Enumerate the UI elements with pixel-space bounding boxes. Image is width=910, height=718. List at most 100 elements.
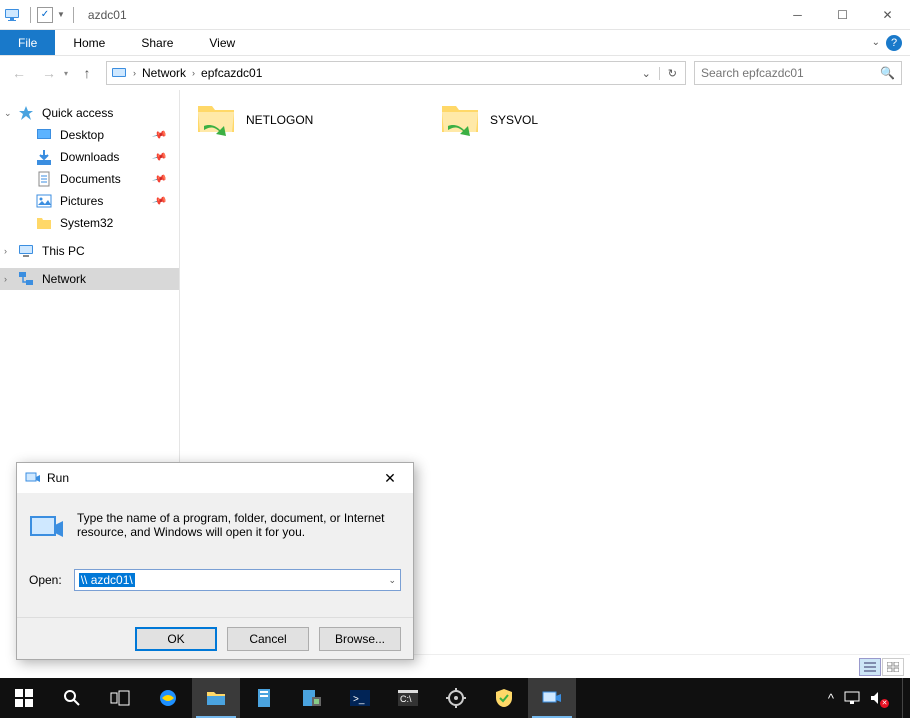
downloads-icon xyxy=(36,149,52,165)
start-button[interactable] xyxy=(0,678,48,718)
tray-overflow-icon[interactable]: ^ xyxy=(828,691,834,706)
task-view-button[interactable] xyxy=(96,678,144,718)
sidebar-label: This PC xyxy=(42,244,85,258)
sidebar-pictures[interactable]: Pictures 📌 xyxy=(0,190,179,212)
back-button[interactable]: ← xyxy=(8,62,30,84)
breadcrumb-location[interactable]: epfcazdc01 xyxy=(197,66,266,80)
address-bar[interactable]: › Network › epfcazdc01 ⌄ ↻ xyxy=(106,61,686,85)
expand-icon[interactable]: › xyxy=(4,274,7,284)
run-instruction: Type the name of a program, folder, docu… xyxy=(77,511,401,547)
run-ok-button[interactable]: OK xyxy=(135,627,217,651)
maximize-button[interactable]: ☐ xyxy=(820,0,865,30)
folder-label: SYSVOL xyxy=(486,111,542,129)
ribbon: File Home Share View ⌄ ? xyxy=(0,30,910,56)
svg-text:C:\: C:\ xyxy=(400,694,412,704)
run-browse-button[interactable]: Browse... xyxy=(319,627,401,651)
close-button[interactable]: ✕ xyxy=(865,0,910,30)
run-open-label: Open: xyxy=(29,573,62,587)
sidebar-label: Downloads xyxy=(60,150,119,164)
address-dropdown-icon[interactable]: ⌄ xyxy=(642,67,651,80)
run-big-icon xyxy=(29,511,65,547)
run-input-value[interactable]: \\ azdc01\ xyxy=(79,573,135,587)
sidebar-system32[interactable]: System32 xyxy=(0,212,179,234)
ribbon-tab-home[interactable]: Home xyxy=(55,30,123,55)
taskbar-app-server[interactable] xyxy=(240,678,288,718)
volume-tray-icon[interactable]: ✕ xyxy=(870,691,886,705)
run-titlebar[interactable]: Run ✕ xyxy=(17,463,413,493)
ribbon-tab-view[interactable]: View xyxy=(191,30,253,55)
search-button[interactable] xyxy=(48,678,96,718)
sidebar-quick-access[interactable]: ⌄ Quick access xyxy=(0,102,179,124)
folder-label: NETLOGON xyxy=(242,111,317,129)
pin-icon: 📌 xyxy=(151,149,167,165)
taskbar-app-servermanager[interactable] xyxy=(288,678,336,718)
computer-icon xyxy=(18,243,34,259)
sidebar-label: Quick access xyxy=(42,106,113,120)
ribbon-expand-icon[interactable]: ⌄ xyxy=(872,37,880,48)
network-share-icon xyxy=(438,100,482,140)
sidebar-this-pc[interactable]: › This PC xyxy=(0,240,179,262)
qat-properties-icon[interactable]: ✓ xyxy=(37,7,53,23)
run-cancel-button[interactable]: Cancel xyxy=(227,627,309,651)
ribbon-tab-share[interactable]: Share xyxy=(123,30,191,55)
desktop-icon xyxy=(36,127,52,143)
taskbar-app-settings[interactable] xyxy=(432,678,480,718)
network-share-icon xyxy=(194,100,238,140)
nav-bar: ← → ▾ ↑ › Network › epfcazdc01 ⌄ ↻ 🔍 xyxy=(0,56,910,90)
taskbar-app-security[interactable] xyxy=(480,678,528,718)
sidebar-network[interactable]: › Network xyxy=(0,268,179,290)
run-title-text: Run xyxy=(47,471,69,485)
star-icon xyxy=(18,105,34,121)
taskbar-explorer[interactable] xyxy=(192,678,240,718)
details-view-button[interactable] xyxy=(859,658,881,676)
taskbar: >_ C:\ ^ ✕ xyxy=(0,678,910,718)
sidebar-label: Pictures xyxy=(60,194,103,208)
title-bar: ✓ ▼ azdc01 ─ ☐ ✕ xyxy=(0,0,910,30)
run-input[interactable]: \\ azdc01\ ⌄ xyxy=(74,569,401,591)
show-desktop-button[interactable] xyxy=(902,678,906,718)
dropdown-icon[interactable]: ⌄ xyxy=(388,575,396,586)
search-icon[interactable]: 🔍 xyxy=(880,66,895,80)
qat-dropdown-icon[interactable]: ▼ xyxy=(57,10,65,19)
chevron-right-icon[interactable]: › xyxy=(131,68,138,78)
refresh-button[interactable]: ↻ xyxy=(659,67,677,80)
ribbon-tab-file[interactable]: File xyxy=(0,30,55,55)
thumbnails-view-button[interactable] xyxy=(882,658,904,676)
breadcrumb-network[interactable]: Network xyxy=(138,66,190,80)
expand-icon[interactable]: ⌄ xyxy=(4,108,12,119)
pin-icon: 📌 xyxy=(151,127,167,143)
forward-button[interactable]: → xyxy=(38,62,60,84)
run-dialog: Run ✕ Type the name of a program, folder… xyxy=(16,462,414,660)
sidebar-label: System32 xyxy=(60,216,113,230)
folder-item-netlogon[interactable]: NETLOGON xyxy=(194,100,414,140)
network-tray-icon[interactable] xyxy=(844,691,860,705)
help-icon[interactable]: ? xyxy=(886,35,902,51)
run-close-button[interactable]: ✕ xyxy=(375,470,405,487)
system-tray: ^ ✕ xyxy=(824,678,910,718)
sidebar-downloads[interactable]: Downloads 📌 xyxy=(0,146,179,168)
expand-icon[interactable]: › xyxy=(4,246,7,256)
taskbar-ie[interactable] xyxy=(144,678,192,718)
taskbar-app-powershell[interactable]: >_ xyxy=(336,678,384,718)
sidebar-label: Network xyxy=(42,272,86,286)
up-button[interactable]: ↑ xyxy=(76,62,98,84)
chevron-right-icon[interactable]: › xyxy=(190,68,197,78)
folder-item-sysvol[interactable]: SYSVOL xyxy=(438,100,658,140)
taskbar-app-cmd[interactable]: C:\ xyxy=(384,678,432,718)
search-input[interactable] xyxy=(701,66,880,80)
minimize-button[interactable]: ─ xyxy=(775,0,820,30)
pictures-icon xyxy=(36,193,52,209)
taskbar-app-run[interactable] xyxy=(528,678,576,718)
sidebar-documents[interactable]: Documents 📌 xyxy=(0,168,179,190)
network-icon xyxy=(18,271,34,287)
sidebar-label: Desktop xyxy=(60,128,104,142)
sidebar-desktop[interactable]: Desktop 📌 xyxy=(0,124,179,146)
search-box[interactable]: 🔍 xyxy=(694,61,902,85)
documents-icon xyxy=(36,171,52,187)
pin-icon: 📌 xyxy=(151,193,167,209)
app-icon xyxy=(4,7,20,23)
recent-locations-icon[interactable]: ▾ xyxy=(64,69,68,78)
folder-icon xyxy=(36,215,52,231)
run-icon xyxy=(25,470,41,486)
svg-text:>_: >_ xyxy=(353,694,365,705)
